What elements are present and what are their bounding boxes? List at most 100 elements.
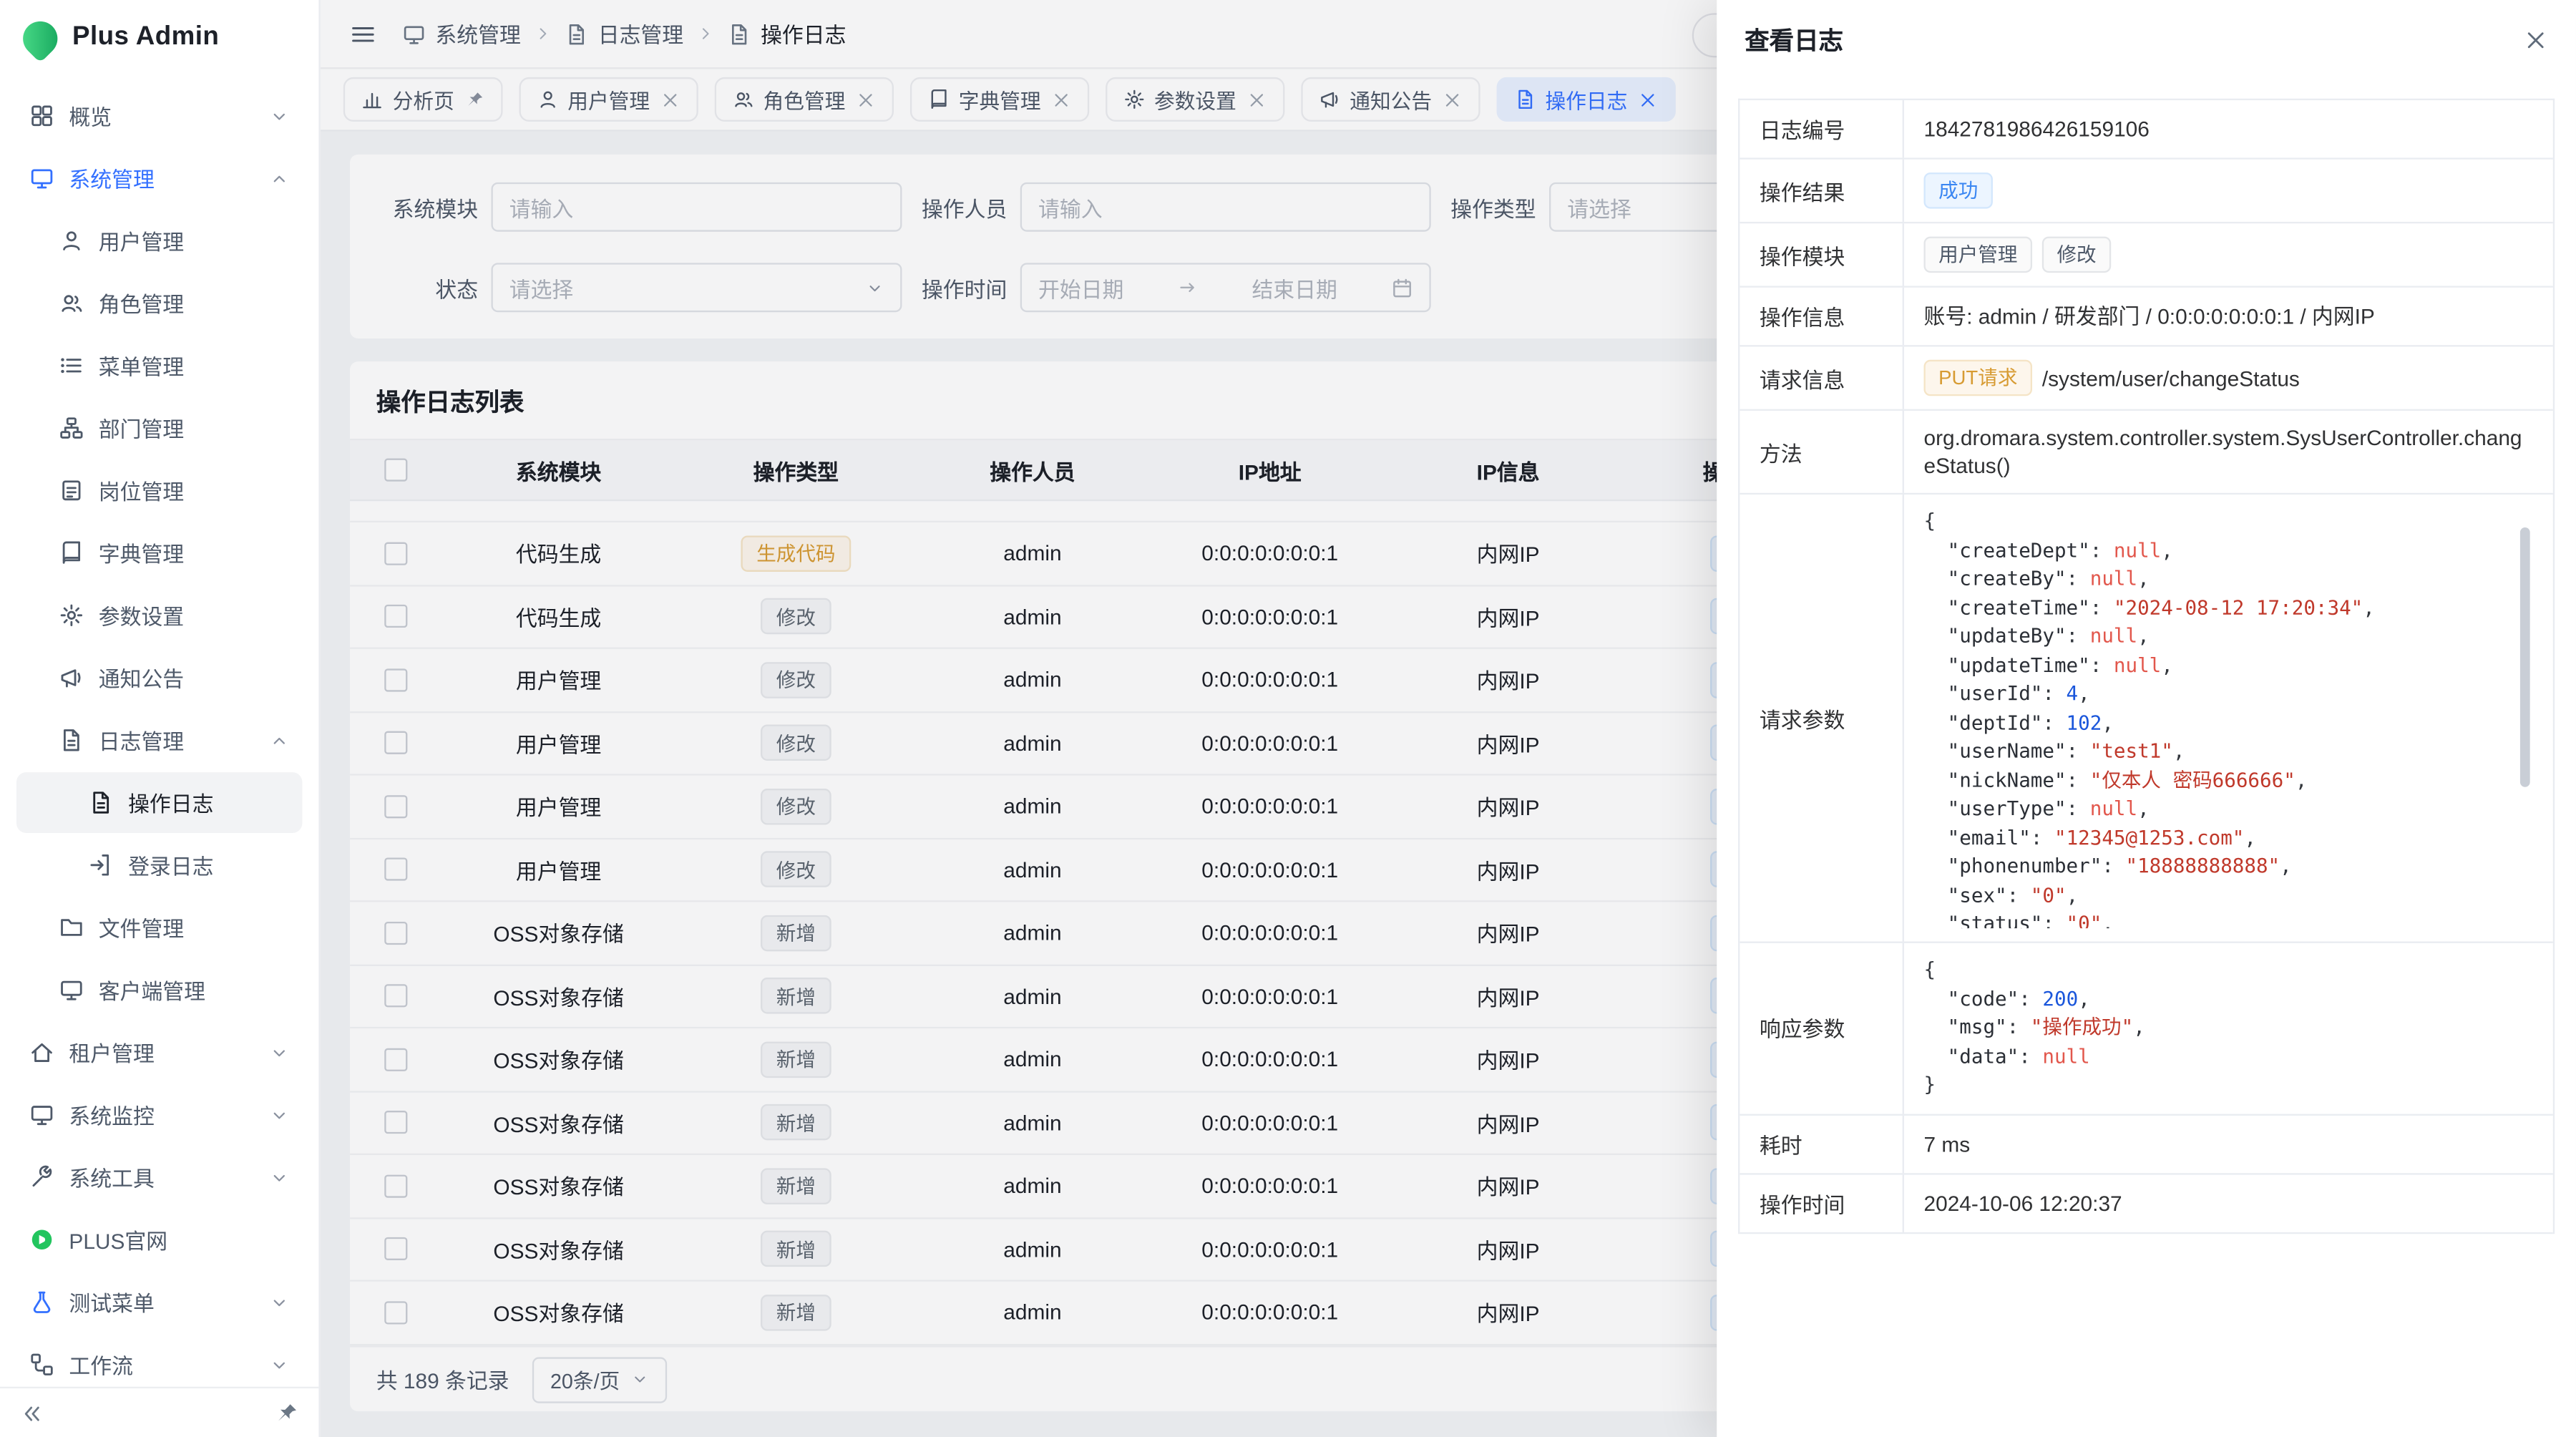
cell-system-module: OSS对象存储 (440, 902, 677, 963)
tab-param-settings[interactable]: 参数设置 (1105, 77, 1284, 122)
row-checkbox[interactable] (384, 795, 406, 818)
close-icon[interactable] (2524, 27, 2548, 52)
cell-operator: admin (915, 839, 1150, 900)
sidebar-item-client-mgmt[interactable]: 客户端管理 (16, 960, 302, 1020)
menu-toggle-button[interactable] (350, 21, 376, 47)
sidebar-item-workflow[interactable]: 工作流 (16, 1334, 302, 1386)
filter-select-status[interactable]: 请选择 (491, 263, 902, 312)
sidebar-item-user-mgmt[interactable]: 用户管理 (16, 210, 302, 271)
breadcrumb-item-system-mgmt[interactable]: 系统管理 (402, 18, 520, 49)
row-checkbox[interactable] (384, 985, 406, 1008)
sidebar-item-test-menu[interactable]: 测试菜单 (16, 1272, 302, 1333)
row-checkbox-cell (350, 649, 440, 711)
code-line: "nickName": "仅本人 密码666666", (1923, 766, 2533, 795)
collapse-sidebar-button[interactable] (20, 1401, 44, 1425)
drawer-row-value: 成功 (1904, 160, 2553, 222)
sidebar-item-param-settings[interactable]: 参数设置 (16, 585, 302, 646)
row-checkbox[interactable] (384, 668, 406, 691)
drawer-row-label: 耗时 (1740, 1115, 1904, 1172)
row-checkbox[interactable] (384, 1048, 406, 1071)
page-size-select[interactable]: 20条/页 (532, 1356, 668, 1402)
row-checkbox[interactable] (384, 921, 406, 944)
end-date-placeholder: 结束日期 (1252, 272, 1337, 303)
row-checkbox[interactable] (384, 1301, 406, 1324)
tab-operation-log[interactable]: 操作日志 (1496, 77, 1675, 122)
sidebar-item-notice[interactable]: 通知公告 (16, 648, 302, 708)
drawer-row-result: 操作结果成功 (1740, 160, 2552, 224)
cell-ip-info: 内网IP (1390, 1155, 1626, 1217)
cell-operator: admin (915, 1028, 1150, 1090)
column-header: 系统模块 (440, 440, 677, 500)
breadcrumb-item-log-mgmt[interactable]: 日志管理 (565, 18, 683, 49)
tab-dict-mgmt[interactable]: 字典管理 (909, 77, 1088, 122)
cell-ip-info: 内网IP (1390, 649, 1626, 711)
sidebar-item-label: 角色管理 (99, 288, 184, 319)
drawer-row-label: 日志编号 (1740, 100, 1904, 157)
row-checkbox-cell (350, 1218, 440, 1280)
filter-daterange-operation-time[interactable]: 开始日期结束日期 (1020, 263, 1431, 312)
drawer-row-info: 操作信息账号: admin / 研发部门 / 0:0:0:0:0:0:0:1 /… (1740, 288, 2552, 347)
breadcrumb-item-operation-log[interactable]: 操作日志 (728, 18, 846, 49)
tab-role-mgmt[interactable]: 角色管理 (714, 77, 893, 122)
operation-type-tag: 新增 (761, 1168, 830, 1204)
cell-operation-type: 修改 (677, 585, 915, 647)
row-checkbox[interactable] (384, 731, 406, 754)
code-line: "updateTime": null, (1923, 651, 2533, 680)
sidebar-item-dict-mgmt[interactable]: 字典管理 (16, 522, 302, 583)
sidebar-item-system-mgmt[interactable]: 系统管理 (16, 148, 302, 209)
code-line: "userName": "test1", (1923, 738, 2533, 766)
select-all-checkbox[interactable] (384, 459, 406, 482)
row-checkbox[interactable] (384, 858, 406, 881)
tab-user-mgmt[interactable]: 用户管理 (518, 77, 697, 122)
operation-type-tag: 新增 (761, 1295, 830, 1331)
row-checkbox[interactable] (384, 605, 406, 628)
code-line: "createBy": null, (1923, 565, 2533, 594)
scrollbar-thumb[interactable] (2520, 527, 2530, 787)
row-checkbox-cell (350, 1028, 440, 1090)
code-line: "userType": null, (1923, 795, 2533, 824)
monitor-icon (59, 978, 84, 1002)
users-icon (732, 89, 753, 110)
sidebar-item-label: 租户管理 (69, 1037, 154, 1068)
cell-ip-address: 0:0:0:0:0:0:0:1 (1150, 902, 1390, 963)
drawer-row-response-params: 响应参数{ "code": 200, "msg": "操作成功", "data"… (1740, 943, 2552, 1115)
row-checkbox[interactable] (384, 1237, 406, 1260)
tab-analysis[interactable]: 分析页 (343, 77, 502, 122)
row-checkbox[interactable] (384, 542, 406, 565)
sidebar-item-login-log[interactable]: 登录日志 (16, 834, 302, 895)
doc-icon (1514, 89, 1536, 110)
code-line: "email": "12345@1253.com", (1923, 824, 2533, 852)
sidebar-item-log-mgmt[interactable]: 日志管理 (16, 710, 302, 771)
row-checkbox-cell (350, 1282, 440, 1343)
sidebar-item-system-monitor[interactable]: 系统监控 (16, 1084, 302, 1145)
cell-operation-type: 修改 (677, 712, 915, 774)
logo[interactable]: Plus Admin (0, 0, 318, 76)
sidebar-item-plus-website[interactable]: PLUS官网 (16, 1209, 302, 1270)
monitor-icon (402, 22, 425, 45)
code-line: "createTime": "2024-08-12 17:20:34", (1923, 594, 2533, 623)
sidebar-item-file-mgmt[interactable]: 文件管理 (16, 897, 302, 958)
select-all-cell (350, 440, 440, 500)
user-icon (59, 228, 84, 253)
megaphone-icon (59, 666, 84, 690)
cell-ip-address: 0:0:0:0:0:0:0:1 (1150, 1155, 1390, 1217)
tab-notice[interactable]: 通知公告 (1300, 77, 1479, 122)
request_params-code[interactable]: { "createDept": null, "createBy": null, … (1923, 507, 2533, 928)
drawer-row-time: 操作时间2024-10-06 12:20:37 (1740, 1174, 2552, 1233)
sidebar-item-overview[interactable]: 概览 (16, 85, 302, 146)
chevron-down-icon (270, 106, 290, 126)
row-checkbox[interactable] (384, 1111, 406, 1134)
sidebar-item-post-mgmt[interactable]: 岗位管理 (16, 460, 302, 521)
filter-input-operator[interactable]: 请输入 (1020, 182, 1431, 232)
sidebar-item-role-mgmt[interactable]: 角色管理 (16, 273, 302, 333)
sidebar-item-operation-log[interactable]: 操作日志 (16, 772, 302, 833)
row-checkbox[interactable] (384, 1174, 406, 1197)
sidebar-pin-button[interactable] (274, 1401, 298, 1425)
sidebar-item-system-tools[interactable]: 系统工具 (16, 1147, 302, 1208)
filter-input-system-module[interactable]: 请输入 (491, 182, 902, 232)
sidebar-item-menu-mgmt[interactable]: 菜单管理 (16, 335, 302, 396)
sidebar-item-dept-mgmt[interactable]: 部门管理 (16, 398, 302, 459)
sidebar-item-tenant-mgmt[interactable]: 租户管理 (16, 1022, 302, 1083)
drawer-row-value: 1842781986426159106 (1904, 100, 2553, 157)
drawer-row-value: 2024-10-06 12:20:37 (1904, 1174, 2553, 1231)
